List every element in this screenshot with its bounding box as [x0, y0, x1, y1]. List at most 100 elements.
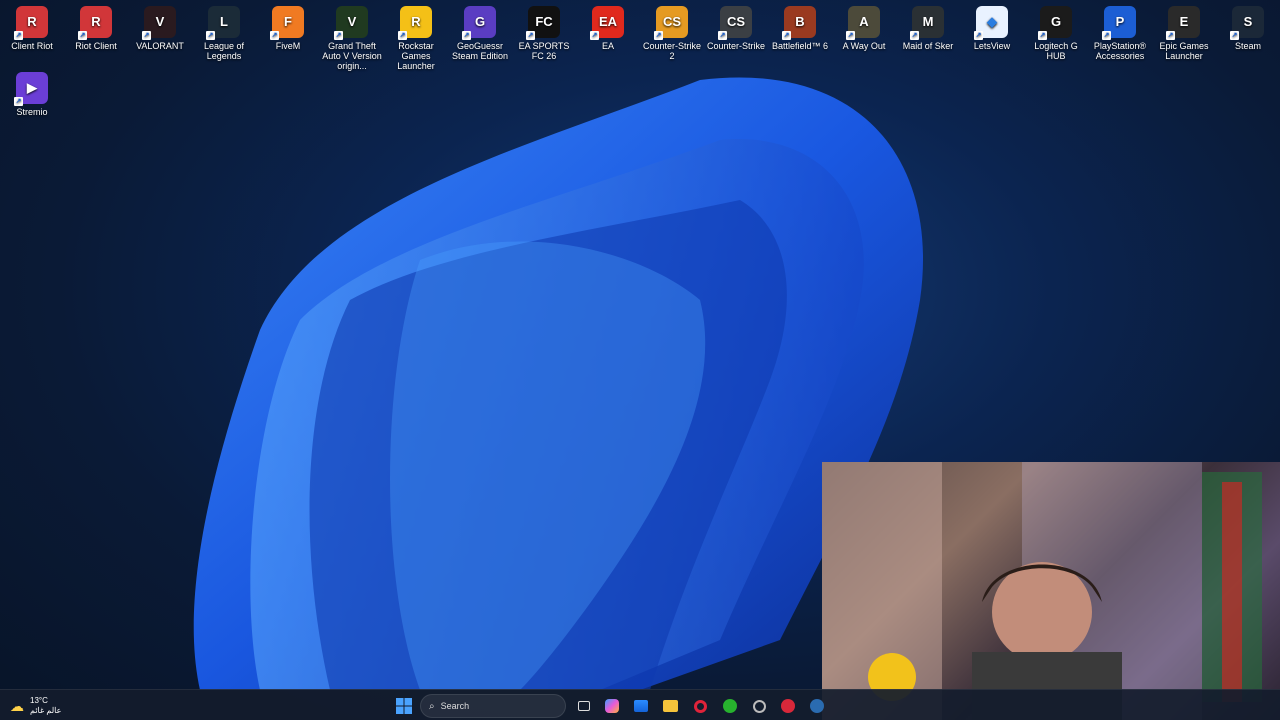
weather-widget[interactable]: ☁ 13°C عالم غائم	[10, 693, 61, 719]
weather-temp: 13°C	[30, 696, 48, 705]
app-tile-icon: ◆ ↗	[974, 6, 1008, 40]
desktop-icon-geoguessr-steam-edition[interactable]: G ↗ GeoGuessr Steam Edition	[448, 4, 512, 61]
desktop-icon-label: Stremio	[16, 107, 48, 117]
desktop-icon-stremio[interactable]: ▶ ↗ Stremio	[0, 70, 64, 117]
taskbar-steam[interactable]	[805, 694, 829, 718]
taskbar-store[interactable]	[629, 694, 653, 718]
taskbar-app[interactable]	[747, 694, 771, 718]
desktop-icon-label: Counter-Strike	[706, 41, 766, 51]
shortcut-arrow-icon: ↗	[1166, 31, 1175, 40]
app-tile-icon: V ↗	[142, 6, 176, 40]
taskbar-antivirus[interactable]	[776, 694, 800, 718]
desktop-icon-label: A Way Out	[842, 41, 886, 51]
app-icon	[752, 699, 766, 713]
app-tile-icon: M ↗	[910, 6, 944, 40]
folder-icon	[662, 700, 678, 712]
shortcut-arrow-icon: ↗	[78, 31, 87, 40]
desktop-icon-label: PlayStation® Accessories	[1093, 41, 1147, 61]
desktop-icon-counter-strike-2[interactable]: CS ↗ Counter-Strike 2	[640, 4, 704, 61]
desktop-icon-rockstar-games-launcher[interactable]: R ↗ Rockstar Games Launcher	[384, 4, 448, 71]
desktop-icon-letsview[interactable]: ◆ ↗ LetsView	[960, 4, 1024, 51]
desktop-icon-ea-sports-fc-26[interactable]: FC ↗ EA SPORTS FC 26	[512, 4, 576, 61]
store-icon	[634, 700, 648, 712]
app-tile-icon: V ↗	[334, 6, 368, 40]
desktop-icon-grand-theft-auto-v-version-origin[interactable]: V ↗ Grand Theft Auto V Version origin...	[320, 4, 384, 71]
desktop-icon-label: Counter-Strike 2	[642, 41, 702, 61]
start-button[interactable]	[392, 694, 416, 718]
desktop-icon-label: EA	[601, 41, 614, 51]
windows-icon	[396, 698, 412, 714]
app-tile-icon: R ↗	[14, 6, 48, 40]
desktop-icon-label: VALORANT	[136, 41, 184, 51]
desktop-icon-label: Grand Theft Auto V Version origin...	[322, 41, 382, 71]
shortcut-arrow-icon: ↗	[142, 31, 151, 40]
taskbar-opera[interactable]	[688, 694, 712, 718]
shortcut-arrow-icon: ↗	[206, 31, 215, 40]
desktop-icon-battlefield-6[interactable]: B ↗ Battlefield™ 6	[768, 4, 832, 51]
shortcut-arrow-icon: ↗	[974, 31, 983, 40]
steam-icon	[810, 699, 824, 713]
shortcut-arrow-icon: ↗	[718, 31, 727, 40]
shortcut-arrow-icon: ↗	[1102, 31, 1111, 40]
desktop-icon-label: Epic Games Launcher	[1159, 41, 1209, 61]
shortcut-arrow-icon: ↗	[846, 31, 855, 40]
desktop-icon-league-of-legends[interactable]: L ↗ League of Legends	[192, 4, 256, 61]
app-tile-icon: G ↗	[462, 6, 496, 40]
app-tile-icon: A ↗	[846, 6, 880, 40]
taskbar-file-explorer[interactable]	[658, 694, 682, 718]
desktop-icon-fivem[interactable]: F ↗ FiveM	[256, 4, 320, 51]
shortcut-arrow-icon: ↗	[1038, 31, 1047, 40]
app-tile-icon: R ↗	[78, 6, 112, 40]
desktop-icon-epic-games-launcher[interactable]: E ↗ Epic Games Launcher	[1152, 4, 1216, 61]
app-tile-icon: F ↗	[270, 6, 304, 40]
desktop-icon-label: Logitech G HUB	[1034, 41, 1078, 61]
task-view-button[interactable]	[572, 694, 596, 718]
xbox-icon	[723, 699, 737, 713]
taskbar: ☁ 13°C عالم غائم ⌕ Search	[0, 689, 1280, 720]
app-tile-icon: E ↗	[1166, 6, 1200, 40]
app-tile-icon: G ↗	[1038, 6, 1072, 40]
desktop-icon-row: R ↗ Client Riot R ↗ Riot Client V ↗ VALORANT L ↗ Le…	[0, 4, 1280, 71]
desktop-icon-label: Client Riot	[11, 41, 53, 51]
app-tile-icon: FC ↗	[526, 6, 560, 40]
desktop-icon-counter-strike[interactable]: CS ↗ Counter-Strike	[704, 4, 768, 51]
copilot-icon	[605, 699, 619, 713]
shortcut-arrow-icon: ↗	[782, 31, 791, 40]
stremio-icon: ▶ ↗	[14, 72, 48, 106]
app-tile-icon: EA ↗	[590, 6, 624, 40]
desktop-icon-label: LetsView	[973, 41, 1011, 51]
webcam-scene	[822, 462, 1262, 720]
shortcut-arrow-icon: ↗	[654, 31, 663, 40]
desktop-icon-valorant[interactable]: V ↗ VALORANT	[128, 4, 192, 51]
shortcut-arrow-icon: ↗	[910, 31, 919, 40]
taskbar-search[interactable]: ⌕ Search	[420, 694, 566, 718]
desktop-icon-logitech-g-hub[interactable]: G ↗ Logitech G HUB	[1024, 4, 1088, 61]
desktop-icon-steam[interactable]: S ↗ Steam	[1216, 4, 1280, 51]
app-tile-icon: CS ↗	[718, 6, 752, 40]
desktop-icon-a-way-out[interactable]: A ↗ A Way Out	[832, 4, 896, 51]
taskbar-xbox[interactable]	[718, 694, 742, 718]
desktop-icon-label: FiveM	[275, 41, 301, 51]
shield-icon	[781, 699, 795, 713]
desktop-icon-maid-of-sker[interactable]: M ↗ Maid of Sker	[896, 4, 960, 51]
desktop-icon-label: GeoGuessr Steam Edition	[451, 41, 509, 61]
desktop-icon-playstation-accessories[interactable]: P ↗ PlayStation® Accessories	[1088, 4, 1152, 61]
shortcut-arrow-icon: ↗	[462, 31, 471, 40]
app-tile-icon: R ↗	[398, 6, 432, 40]
desktop-icon-label: Steam	[1234, 41, 1261, 51]
desktop-icon-ea[interactable]: EA ↗ EA	[576, 4, 640, 51]
search-icon: ⌕	[429, 700, 435, 712]
desktop-icon-label: Riot Client	[75, 41, 117, 51]
app-tile-icon: CS ↗	[654, 6, 688, 40]
webcam-overlay	[822, 462, 1280, 720]
app-tile-icon: L ↗	[206, 6, 240, 40]
shortcut-arrow-icon: ↗	[526, 31, 535, 40]
desktop-icon-riot-client[interactable]: R ↗ Riot Client	[64, 4, 128, 51]
taskbar-copilot[interactable]	[600, 694, 624, 718]
desktop-icon-label: Maid of Sker	[902, 41, 954, 51]
desktop-icon-label: Rockstar Games Launcher	[397, 41, 435, 71]
task-view-icon	[578, 701, 590, 711]
shortcut-arrow-icon: ↗	[270, 31, 279, 40]
shortcut-arrow-icon: ↗	[398, 31, 407, 40]
desktop-icon-client-riot[interactable]: R ↗ Client Riot	[0, 4, 64, 51]
